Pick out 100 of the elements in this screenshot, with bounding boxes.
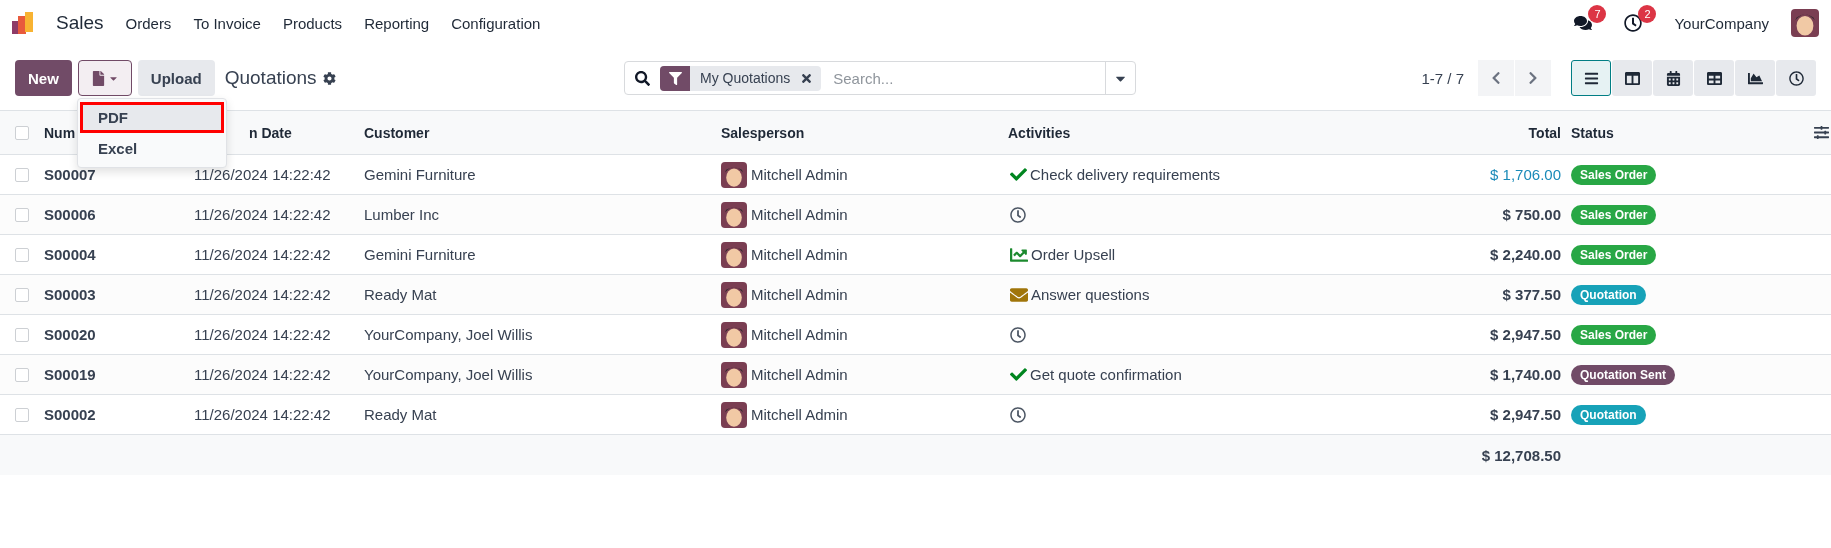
- table-cell: Lumber Inc: [364, 206, 440, 223]
- salesperson-avatar: [721, 161, 747, 188]
- page-title[interactable]: Quotations: [224, 67, 317, 89]
- table-cell: 11/26/2024 14:22:42: [194, 206, 331, 223]
- calendar-icon: [1665, 70, 1681, 86]
- checkbox[interactable]: [15, 167, 29, 182]
- filter-facet[interactable]: My Quotations: [660, 65, 822, 91]
- settings-icon[interactable]: [322, 71, 336, 85]
- filter-icon: [660, 65, 690, 91]
- activity-text[interactable]: Check delivery requirements: [1030, 166, 1221, 183]
- table-cell: S00003: [44, 286, 96, 303]
- clock-view-button[interactable]: [1776, 60, 1816, 96]
- list-icon: [1583, 70, 1599, 86]
- search-field[interactable]: My Quotations Search...: [624, 61, 1136, 95]
- envelope-icon[interactable]: [1010, 285, 1028, 304]
- status-tag: Quotation: [1571, 284, 1646, 305]
- chat-icon[interactable]: [1574, 14, 1593, 32]
- table-cell: Mitchell Admin: [751, 166, 848, 183]
- table-cell: S00002: [44, 406, 96, 423]
- clock-icon: [1788, 70, 1804, 86]
- salesperson-avatar: [721, 361, 747, 388]
- menu-item[interactable]: To Invoice: [193, 14, 261, 32]
- checkbox[interactable]: [15, 327, 29, 342]
- status-tag: Sales Order: [1571, 164, 1657, 185]
- table-cell: $ 1,706.00: [1490, 166, 1561, 183]
- previous-button[interactable]: [1478, 60, 1514, 96]
- checkbox[interactable]: [15, 125, 29, 140]
- menu-item[interactable]: Reporting: [364, 14, 430, 32]
- activity-text[interactable]: Answer questions: [1031, 286, 1150, 303]
- calendar-view-button[interactable]: [1653, 60, 1693, 96]
- area-chart-view-button[interactable]: [1735, 60, 1775, 96]
- check-icon[interactable]: [1010, 166, 1027, 183]
- table-cell: Ready Mat: [364, 406, 437, 423]
- next-button[interactable]: [1515, 60, 1551, 96]
- table-cell: Gemini Furniture: [364, 166, 476, 183]
- table-cell: YourCompany, Joel Willis: [364, 326, 533, 343]
- status-tag: Quotation Sent: [1571, 364, 1675, 385]
- table-cell: 11/26/2024 14:22:42: [194, 326, 331, 343]
- menu-option[interactable]: PDF: [80, 102, 224, 133]
- column-header[interactable]: Num: [44, 124, 76, 141]
- column-header[interactable]: Total: [1528, 124, 1561, 141]
- sliders-icon[interactable]: [1814, 125, 1829, 140]
- list-view-button[interactable]: [1571, 60, 1611, 96]
- table-cell: Mitchell Admin: [751, 246, 848, 263]
- new-button[interactable]: New: [15, 60, 72, 96]
- menu-item[interactable]: Products: [282, 14, 343, 32]
- check-icon[interactable]: [1010, 366, 1027, 383]
- clock-icon[interactable]: [1624, 14, 1643, 32]
- user-avatar: [1791, 9, 1819, 37]
- area-chart-icon: [1747, 70, 1763, 86]
- export-dropdown-button[interactable]: [77, 60, 132, 96]
- salesperson-avatar: [721, 201, 747, 228]
- clock-icon[interactable]: [1010, 326, 1026, 343]
- table-cell: Gemini Furniture: [364, 246, 476, 263]
- table-cell: S00007: [44, 166, 96, 183]
- status-tag: Quotation: [1571, 404, 1646, 425]
- checkbox[interactable]: [15, 207, 29, 222]
- line-chart-icon[interactable]: [1010, 245, 1028, 264]
- menu-item[interactable]: Configuration: [451, 14, 541, 32]
- table-cell: $ 2,947.50: [1490, 326, 1561, 343]
- column-header[interactable]: Salesperson: [721, 124, 805, 141]
- table-cell: S00006: [44, 206, 96, 223]
- pager-value[interactable]: 1-7 / 7: [1421, 69, 1464, 87]
- search-icon[interactable]: [635, 70, 650, 86]
- grid-view-button[interactable]: [1694, 60, 1734, 96]
- table-cell: $ 2,947.50: [1490, 406, 1561, 423]
- facet-label: My Quotations: [699, 70, 792, 86]
- checkbox[interactable]: [15, 247, 29, 262]
- table-cell: Mitchell Admin: [751, 366, 848, 383]
- upload-button[interactable]: Upload: [137, 60, 215, 96]
- activity-count-badge: 2: [1638, 5, 1657, 23]
- status-tag: Sales Order: [1571, 244, 1657, 265]
- kanban-view-button[interactable]: [1612, 60, 1652, 96]
- column-header[interactable]: Status: [1561, 124, 1614, 141]
- close-icon[interactable]: [800, 71, 814, 85]
- kanban-icon: [1624, 70, 1640, 86]
- clock-icon[interactable]: [1010, 206, 1026, 223]
- clock-icon[interactable]: [1010, 406, 1026, 423]
- activity-text[interactable]: Get quote confirmation: [1030, 366, 1182, 383]
- checkbox[interactable]: [15, 407, 29, 422]
- menu-option[interactable]: Excel: [80, 133, 224, 164]
- checkbox[interactable]: [15, 287, 29, 302]
- table-cell: 11/26/2024 14:22:42: [194, 246, 331, 263]
- table-cell: Mitchell Admin: [751, 286, 848, 303]
- app-logo-icon[interactable]: [12, 12, 34, 34]
- menu-item[interactable]: Orders: [125, 14, 172, 32]
- salesperson-avatar: [721, 321, 747, 348]
- status-tag: Sales Order: [1571, 324, 1657, 345]
- column-header[interactable]: Customer: [364, 124, 430, 141]
- table-cell: $ 2,240.00: [1490, 246, 1561, 263]
- table-cell: 11/26/2024 14:22:42: [194, 406, 331, 423]
- salesperson-avatar: [721, 401, 747, 428]
- table-cell: 11/26/2024 14:22:42: [194, 286, 331, 303]
- status-tag: Sales Order: [1571, 204, 1657, 225]
- grid-icon: [1706, 70, 1722, 86]
- checkbox[interactable]: [15, 367, 29, 382]
- company-name[interactable]: YourCompany: [1674, 14, 1769, 32]
- app-name[interactable]: Sales: [56, 12, 104, 34]
- column-header[interactable]: Activities: [1008, 124, 1071, 141]
- activity-text[interactable]: Order Upsell: [1031, 246, 1116, 263]
